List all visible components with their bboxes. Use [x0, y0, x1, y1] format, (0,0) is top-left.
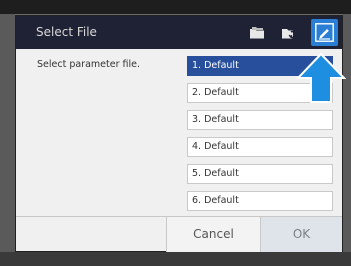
- folder-sync-icon[interactable]: [281, 25, 297, 39]
- select-file-dialog: Select File Select parameter file. 1. De…: [15, 15, 343, 252]
- background-top-bar: [0, 0, 351, 14]
- folder-icon[interactable]: [249, 25, 265, 39]
- background-left: [0, 14, 15, 266]
- dialog-content: Select parameter file. 1. Default 2. Def…: [16, 49, 342, 216]
- dialog-titlebar: Select File: [16, 16, 342, 49]
- file-item[interactable]: 3. Default: [187, 110, 333, 130]
- prompt-text: Select parameter file.: [37, 59, 140, 70]
- edit-button[interactable]: [311, 19, 338, 46]
- file-item[interactable]: 4. Default: [187, 137, 333, 157]
- arrow-up-icon: [295, 52, 347, 108]
- file-item[interactable]: 5. Default: [187, 164, 333, 184]
- edit-icon: [315, 23, 334, 42]
- cancel-button[interactable]: Cancel: [166, 217, 260, 252]
- background-bottom: [0, 252, 351, 266]
- dialog-footer: Cancel OK: [16, 216, 342, 252]
- file-item[interactable]: 6. Default: [187, 191, 333, 211]
- ok-button[interactable]: OK: [260, 217, 342, 252]
- dialog-title: Select File: [36, 25, 97, 39]
